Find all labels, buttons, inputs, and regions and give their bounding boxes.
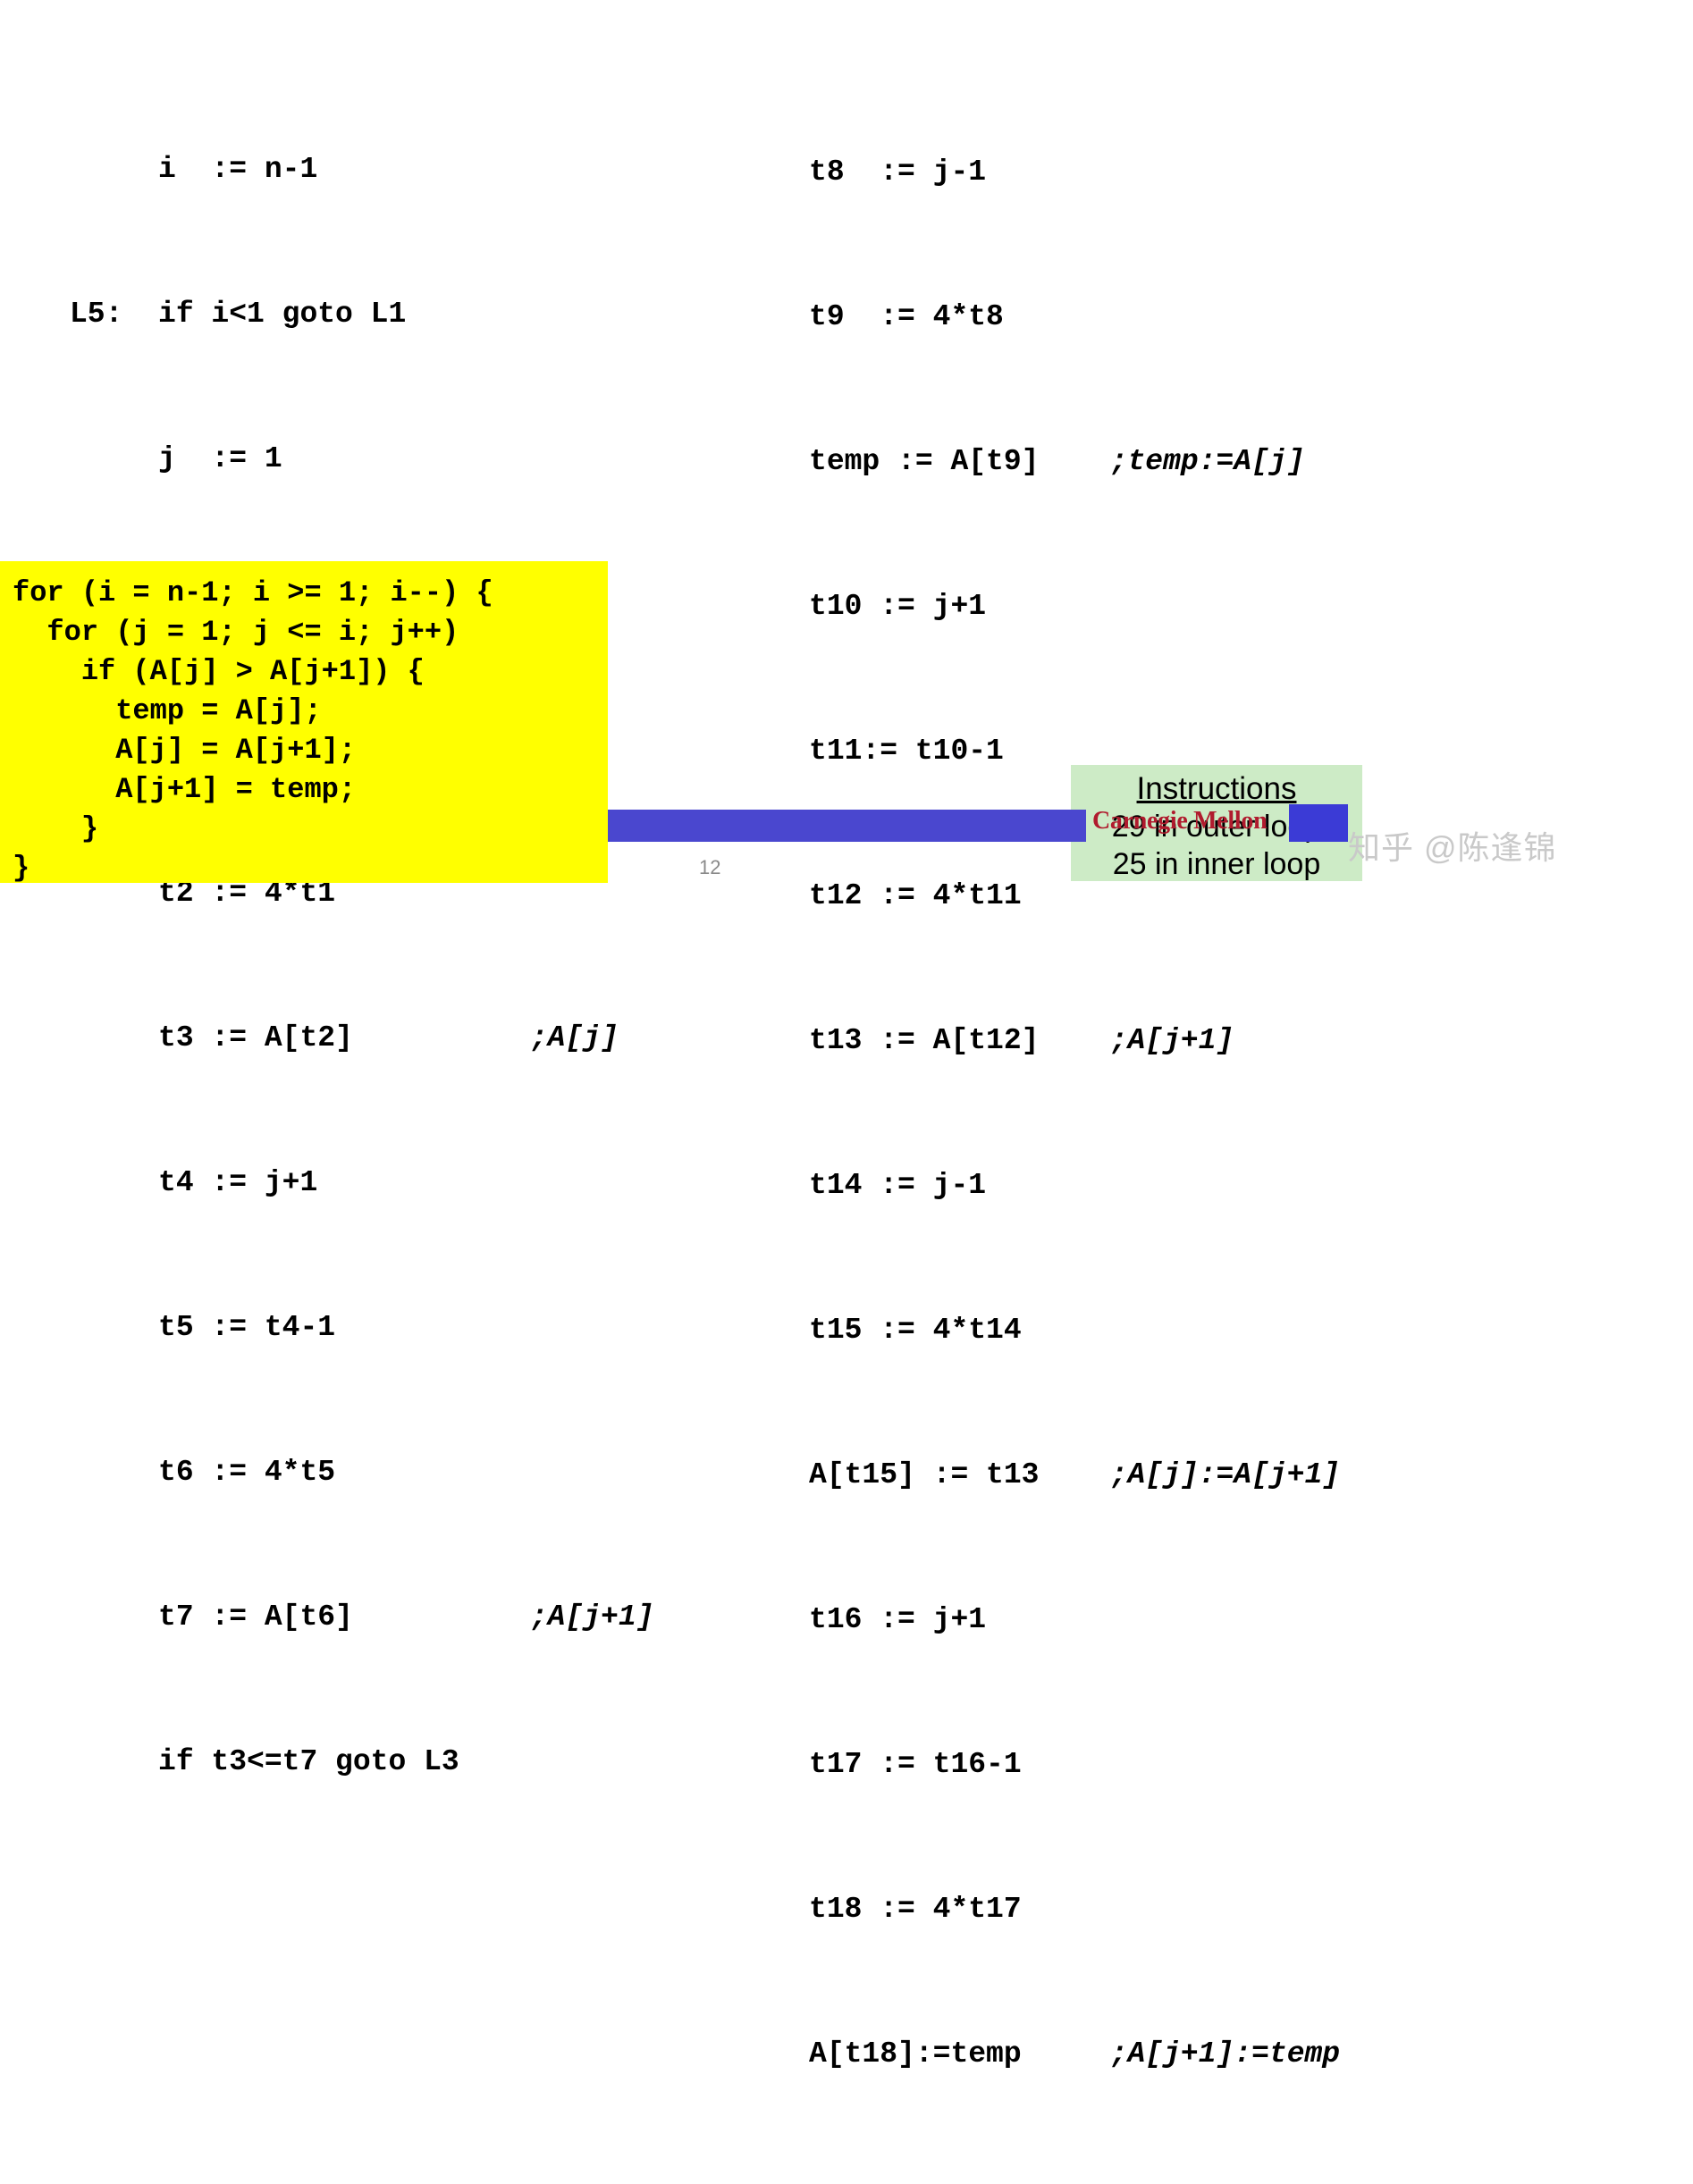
code-statement: t10 := j+1 [809,590,987,623]
code-line: t14 := j-1 [720,1162,1340,1210]
code-statement: t15 := 4*t14 [809,1314,1022,1347]
code-line: A[t15] := t13 ;A[j]:=A[j+1] [720,1451,1340,1499]
code-statement: t18 := 4*t17 [809,1893,1022,1926]
code-statement: t5 := t4-1 [158,1311,336,1344]
code-label: L5: [70,298,123,331]
code-statement: t14 := j-1 [809,1169,987,1202]
source-code-line: A[j+1] = temp; [13,773,357,806]
code-line: t13 := A[t12] ;A[j+1] [720,1017,1340,1065]
code-comment: ;temp:=A[j] [1109,445,1305,478]
code-statement: t6 := 4*t5 [158,1456,336,1489]
left-three-address-code-listing: i := n-1 L5:if i<1 goto L1 j := 1 L4:if … [70,49,654,1835]
code-statement: t4 := j+1 [158,1166,318,1199]
source-code-line: } [13,812,99,845]
code-label: L3: [720,2175,809,2184]
code-statement: t12 := 4*t11 [809,879,1022,912]
code-statement: t3 := A[t2] [158,1021,353,1054]
instructions-inner-loop-count: 25 in inner loop [1112,847,1321,881]
source-code-line: A[j] = A[j+1]; [13,734,357,767]
carnegie-mellon-logo-text: Carnegie Mellon [1092,807,1268,835]
code-line: j := 1 [70,435,654,483]
code-line: t3 := A[t2] ;A[j] [70,1014,654,1063]
source-code-line: for (i = n-1; i >= 1; i--) { [13,576,493,609]
instructions-title: Instructions [1136,771,1297,806]
code-comment: ;A[j]:=A[j+1] [1109,1458,1341,1491]
zhihu-watermark-text: 知乎 @陈逢锦 [1348,829,1557,866]
code-line: temp := A[t9] ;temp:=A[j] [720,438,1340,486]
code-statement: t9 := 4*t8 [809,300,1004,333]
code-statement: A[t15] := t13 [809,1458,1040,1491]
code-statement: t13 := A[t12] [809,1024,1040,1057]
code-statement: t7 := A[t6] [158,1600,353,1634]
code-line: t16 := j+1 [720,1596,1340,1644]
code-comment: ;A[j+1] [1109,1024,1234,1057]
source-code-line: for (j = 1; j <= i; j++) [13,616,459,649]
code-comment: ;A[j+1] [529,1600,654,1634]
code-statement: if t3<=t7 goto L3 [158,1745,459,1778]
code-line: t15 := 4*t14 [720,1306,1340,1355]
slide-number: 12 [699,856,721,878]
footer-accent-bar [608,810,1086,842]
code-comment: ;A[j] [529,1021,619,1054]
code-line: t5 := t4-1 [70,1304,654,1352]
code-statement: if i<1 goto L1 [158,298,407,331]
code-line: A[t18]:=temp ;A[j+1]:=temp [720,2030,1340,2079]
code-statement: t8 := j-1 [809,155,987,189]
source-code-line: temp = A[j]; [13,694,322,727]
code-line: t18 := 4*t17 [720,1886,1340,1934]
code-line: t10 := j+1 [720,583,1340,631]
code-statement: t17 := t16-1 [809,1748,1022,1781]
code-line: t7 := A[t6] ;A[j+1] [70,1593,654,1642]
code-statement: i := n-1 [158,153,318,186]
zhihu-watermark: 知乎 @陈逢锦 [1348,822,1557,869]
code-statement: j := j+1 [809,2175,1110,2184]
code-line: t8 := j-1 [720,148,1340,197]
code-line: t6 := 4*t5 [70,1449,654,1497]
code-statement: t16 := j+1 [809,1603,987,1636]
code-line: t9 := 4*t8 [720,293,1340,341]
carnegie-mellon-logo-mark [1289,804,1348,842]
code-statement: j := 1 [158,442,282,475]
code-statement: t11:= t10-1 [809,735,1004,768]
code-statement: A[t18]:=temp [809,2037,1022,2071]
code-line: if t3<=t7 goto L3 [70,1738,654,1786]
code-statement: temp := A[t9] [809,445,1040,478]
code-line: t17 := t16-1 [720,1741,1340,1789]
code-line: L5: if i<1 goto L1 [70,290,654,339]
code-line: L3:j := j+1 [720,2175,1340,2184]
code-line: t4 := j+1 [70,1159,654,1207]
source-code-line: if (A[j] > A[j+1]) { [13,655,425,688]
right-three-address-code-listing: t8 := j-1 t9 := 4*t8 temp := A[t9] ;temp:… [720,52,1340,2184]
code-comment: ;A[j+1]:=temp [1109,2037,1341,2071]
source-code-line: } [13,852,30,885]
code-line: i := n-1 [70,146,654,194]
source-code-highlight-box: for (i = n-1; i >= 1; i--) { for (j = 1;… [0,561,608,885]
